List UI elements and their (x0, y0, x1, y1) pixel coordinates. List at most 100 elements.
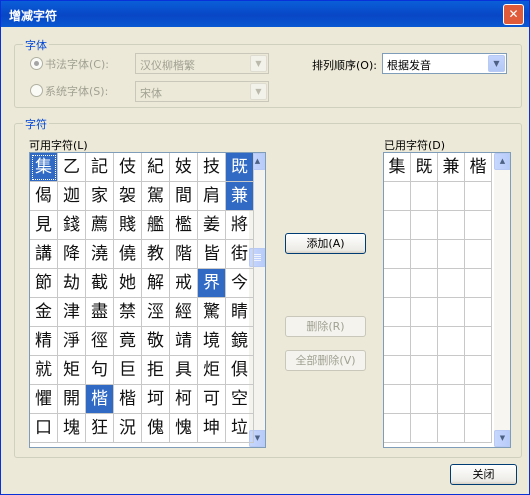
available-char-cell[interactable]: 矩 (58, 356, 86, 385)
available-char-cell[interactable]: 狂 (86, 414, 114, 443)
used-char-cell[interactable] (411, 356, 438, 385)
available-char-cell[interactable]: 妓 (170, 153, 198, 182)
available-char-cell[interactable]: 可 (198, 385, 226, 414)
available-char-cell[interactable]: 炬 (198, 356, 226, 385)
available-char-cell[interactable]: 楷 (114, 385, 142, 414)
used-char-cell[interactable] (411, 211, 438, 240)
available-char-cell[interactable]: 坤 (198, 414, 226, 443)
used-char-cell[interactable] (438, 211, 465, 240)
available-char-cell[interactable]: 禁 (114, 298, 142, 327)
available-char-cell[interactable]: 敬 (142, 327, 170, 356)
used-char-cell[interactable] (411, 385, 438, 414)
system-font-select[interactable]: 宋体 ▼ (135, 81, 269, 102)
used-char-cell[interactable] (411, 327, 438, 356)
used-char-cell[interactable] (438, 182, 465, 211)
used-char-cell[interactable] (465, 356, 492, 385)
available-char-cell[interactable]: 塊 (58, 414, 86, 443)
used-char-cell[interactable] (465, 240, 492, 269)
available-char-cell[interactable]: 澆 (86, 240, 114, 269)
available-char-cell[interactable]: 津 (58, 298, 86, 327)
add-button[interactable]: 添加(A) (285, 233, 366, 254)
available-char-cell[interactable]: 既 (226, 153, 254, 182)
available-char-cell[interactable]: 賤 (114, 211, 142, 240)
available-char-cell[interactable]: 偈 (30, 182, 58, 211)
used-char-cell[interactable] (465, 211, 492, 240)
used-char-cell[interactable] (465, 385, 492, 414)
available-char-cell[interactable]: 巨 (114, 356, 142, 385)
available-char-cell[interactable]: 兼 (226, 182, 254, 211)
used-char-cell[interactable] (411, 240, 438, 269)
available-char-cell[interactable]: 皆 (198, 240, 226, 269)
available-char-cell[interactable]: 降 (58, 240, 86, 269)
available-char-cell[interactable]: 鏡 (226, 327, 254, 356)
available-char-cell[interactable]: 集 (30, 153, 58, 182)
available-char-cell[interactable]: 技 (198, 153, 226, 182)
used-char-cell[interactable] (438, 269, 465, 298)
used-char-cell[interactable] (411, 298, 438, 327)
used-char-cell[interactable] (438, 327, 465, 356)
available-char-cell[interactable]: 紀 (142, 153, 170, 182)
available-char-cell[interactable]: 肩 (198, 182, 226, 211)
used-char-cell[interactable] (465, 182, 492, 211)
used-char-cell[interactable] (465, 298, 492, 327)
available-char-cell[interactable]: 靖 (170, 327, 198, 356)
available-char-cell[interactable]: 姜 (198, 211, 226, 240)
available-char-cell[interactable]: 就 (30, 356, 58, 385)
available-char-cell[interactable]: 淨 (58, 327, 86, 356)
available-char-cell[interactable]: 僥 (114, 240, 142, 269)
available-char-cell[interactable]: 駕 (142, 182, 170, 211)
used-char-cell[interactable]: 集 (384, 153, 411, 182)
used-char-cell[interactable] (438, 356, 465, 385)
available-char-cell[interactable]: 懼 (30, 385, 58, 414)
available-char-cell[interactable]: 階 (170, 240, 198, 269)
available-char-cell[interactable]: 口 (30, 414, 58, 443)
used-char-cell[interactable] (384, 414, 411, 443)
available-char-cell[interactable]: 空 (226, 385, 254, 414)
available-char-cell[interactable]: 袈 (114, 182, 142, 211)
available-char-cell[interactable]: 檻 (170, 211, 198, 240)
used-char-cell[interactable] (411, 414, 438, 443)
window-close-button[interactable]: ✕ (503, 4, 524, 25)
available-char-cell[interactable]: 迦 (58, 182, 86, 211)
used-char-cell[interactable] (411, 182, 438, 211)
used-char-cell[interactable] (384, 240, 411, 269)
available-char-cell[interactable]: 柯 (170, 385, 198, 414)
used-char-cell[interactable] (384, 385, 411, 414)
scroll-down-icon[interactable]: ▼ (494, 430, 510, 447)
used-char-cell[interactable] (384, 327, 411, 356)
available-char-cell[interactable]: 竟 (114, 327, 142, 356)
available-char-cell[interactable]: 節 (30, 269, 58, 298)
used-char-cell[interactable]: 楷 (465, 153, 492, 182)
available-char-cell[interactable]: 徑 (86, 327, 114, 356)
available-char-cell[interactable]: 驚 (198, 298, 226, 327)
used-char-cell[interactable] (465, 414, 492, 443)
available-char-cell[interactable]: 她 (114, 269, 142, 298)
available-char-cell[interactable]: 講 (30, 240, 58, 269)
available-char-cell[interactable]: 間 (170, 182, 198, 211)
available-char-cell[interactable]: 將 (226, 211, 254, 240)
available-char-cell[interactable]: 開 (58, 385, 86, 414)
sort-order-select[interactable]: 根据发音 ▼ (382, 53, 507, 74)
scroll-up-icon[interactable]: ▲ (494, 153, 510, 170)
remove-button[interactable]: 删除(R) (285, 316, 366, 337)
available-chars-grid[interactable]: ▲ ▼ 集乙記伎紀妓技既偈迦家袈駕間肩兼見錢薦賤艦檻姜將講降澆僥教階皆街節劫截她… (29, 152, 266, 448)
calligraphy-font-radio[interactable] (30, 57, 43, 70)
used-char-cell[interactable] (465, 269, 492, 298)
available-char-cell[interactable]: 坷 (142, 385, 170, 414)
available-char-cell[interactable]: 伎 (114, 153, 142, 182)
available-char-cell[interactable]: 盡 (86, 298, 114, 327)
used-char-cell[interactable]: 兼 (438, 153, 465, 182)
available-char-cell[interactable]: 薦 (86, 211, 114, 240)
used-scrollbar[interactable]: ▲ ▼ (494, 153, 510, 447)
used-chars-grid[interactable]: ▲ ▼ 集既兼楷 (383, 152, 511, 448)
available-char-cell[interactable]: 街 (226, 240, 254, 269)
calligraphy-font-select[interactable]: 汉仪柳楷繁 ▼ (135, 53, 269, 74)
used-char-cell[interactable] (438, 298, 465, 327)
available-char-cell[interactable]: 精 (30, 327, 58, 356)
available-char-cell[interactable]: 記 (86, 153, 114, 182)
available-char-cell[interactable]: 具 (170, 356, 198, 385)
available-char-cell[interactable]: 界 (198, 269, 226, 298)
available-char-cell[interactable]: 俱 (226, 356, 254, 385)
used-char-cell[interactable] (411, 269, 438, 298)
available-char-cell[interactable]: 況 (114, 414, 142, 443)
